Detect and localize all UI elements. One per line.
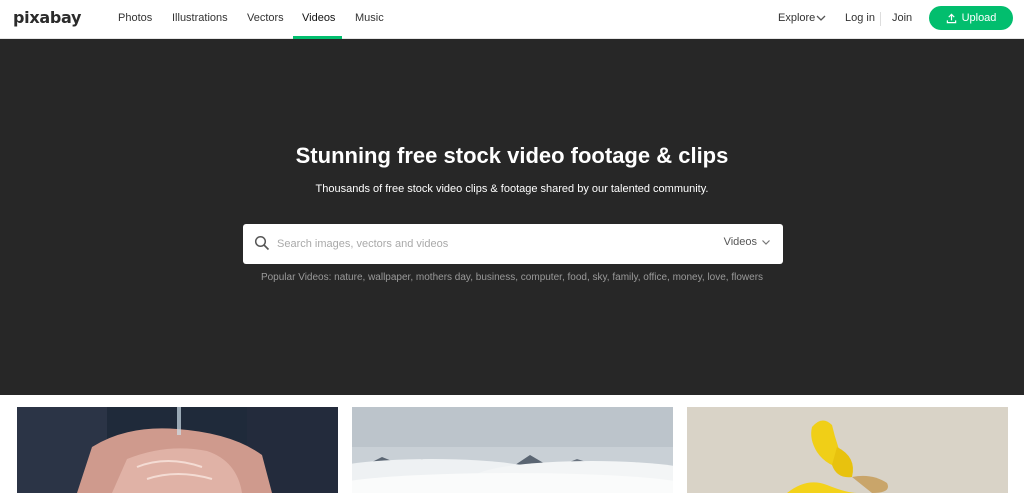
- explore-menu[interactable]: Explore: [778, 12, 815, 24]
- mountains-clouds-image: [352, 407, 673, 493]
- popular-tag-link[interactable]: wallpaper: [368, 272, 410, 283]
- nav-videos[interactable]: Videos: [302, 12, 335, 24]
- chevron-down-icon[interactable]: [815, 12, 827, 24]
- upload-button[interactable]: Upload: [929, 6, 1013, 30]
- popular-tag-link[interactable]: money: [673, 272, 702, 283]
- join-link[interactable]: Join: [892, 12, 912, 24]
- popular-tag-link[interactable]: nature: [334, 272, 362, 283]
- top-header: pixabay Photos Illustrations Vectors Vid…: [0, 0, 1024, 39]
- nav-illustrations[interactable]: Illustrations: [172, 12, 228, 24]
- nav-vectors[interactable]: Vectors: [247, 12, 284, 24]
- search-icon[interactable]: [254, 235, 270, 251]
- hands-washing-image: [17, 407, 338, 493]
- hero-section: Stunning free stock video footage & clip…: [0, 39, 1024, 395]
- popular-tag-link[interactable]: family: [612, 272, 637, 283]
- popular-tag-link[interactable]: mothers day: [416, 272, 470, 283]
- popular-tag-link[interactable]: flowers: [731, 272, 763, 283]
- divider: [880, 12, 881, 26]
- nav-music[interactable]: Music: [355, 12, 384, 24]
- search-type-label: Videos: [723, 236, 757, 248]
- hero-subtitle: Thousands of free stock video clips & fo…: [315, 183, 709, 195]
- video-thumbnail-mountains[interactable]: [352, 407, 673, 493]
- popular-tag-link[interactable]: sky: [593, 272, 607, 283]
- popular-tag-link[interactable]: food: [568, 272, 587, 283]
- yellow-flower-image: [687, 407, 1008, 493]
- search-type-dropdown[interactable]: Videos: [724, 236, 771, 248]
- chevron-down-icon: [762, 240, 770, 245]
- video-thumbnail-hands[interactable]: [17, 407, 338, 493]
- hero-title: Stunning free stock video footage & clip…: [295, 143, 729, 168]
- upload-label: Upload: [961, 12, 997, 24]
- upload-icon: [946, 13, 956, 23]
- popular-label: Popular Videos:: [260, 272, 332, 283]
- search-bar: Videos: [243, 224, 783, 264]
- popular-tag-link[interactable]: computer: [521, 272, 562, 283]
- pixabay-logo[interactable]: pixabay: [13, 8, 81, 27]
- nav-photos[interactable]: Photos: [118, 12, 152, 24]
- popular-tag-link[interactable]: office: [643, 272, 667, 283]
- popular-tag-link[interactable]: business: [476, 272, 515, 283]
- login-link[interactable]: Log in: [845, 12, 875, 24]
- popular-tags: nature, wallpaper, mothers day, business…: [334, 272, 764, 283]
- search-input[interactable]: [277, 234, 697, 254]
- video-thumbnail-flower[interactable]: [687, 407, 1008, 493]
- popular-searches: Popular Videos: nature, wallpaper, mothe…: [0, 272, 1024, 283]
- popular-tag-link[interactable]: love: [707, 272, 725, 283]
